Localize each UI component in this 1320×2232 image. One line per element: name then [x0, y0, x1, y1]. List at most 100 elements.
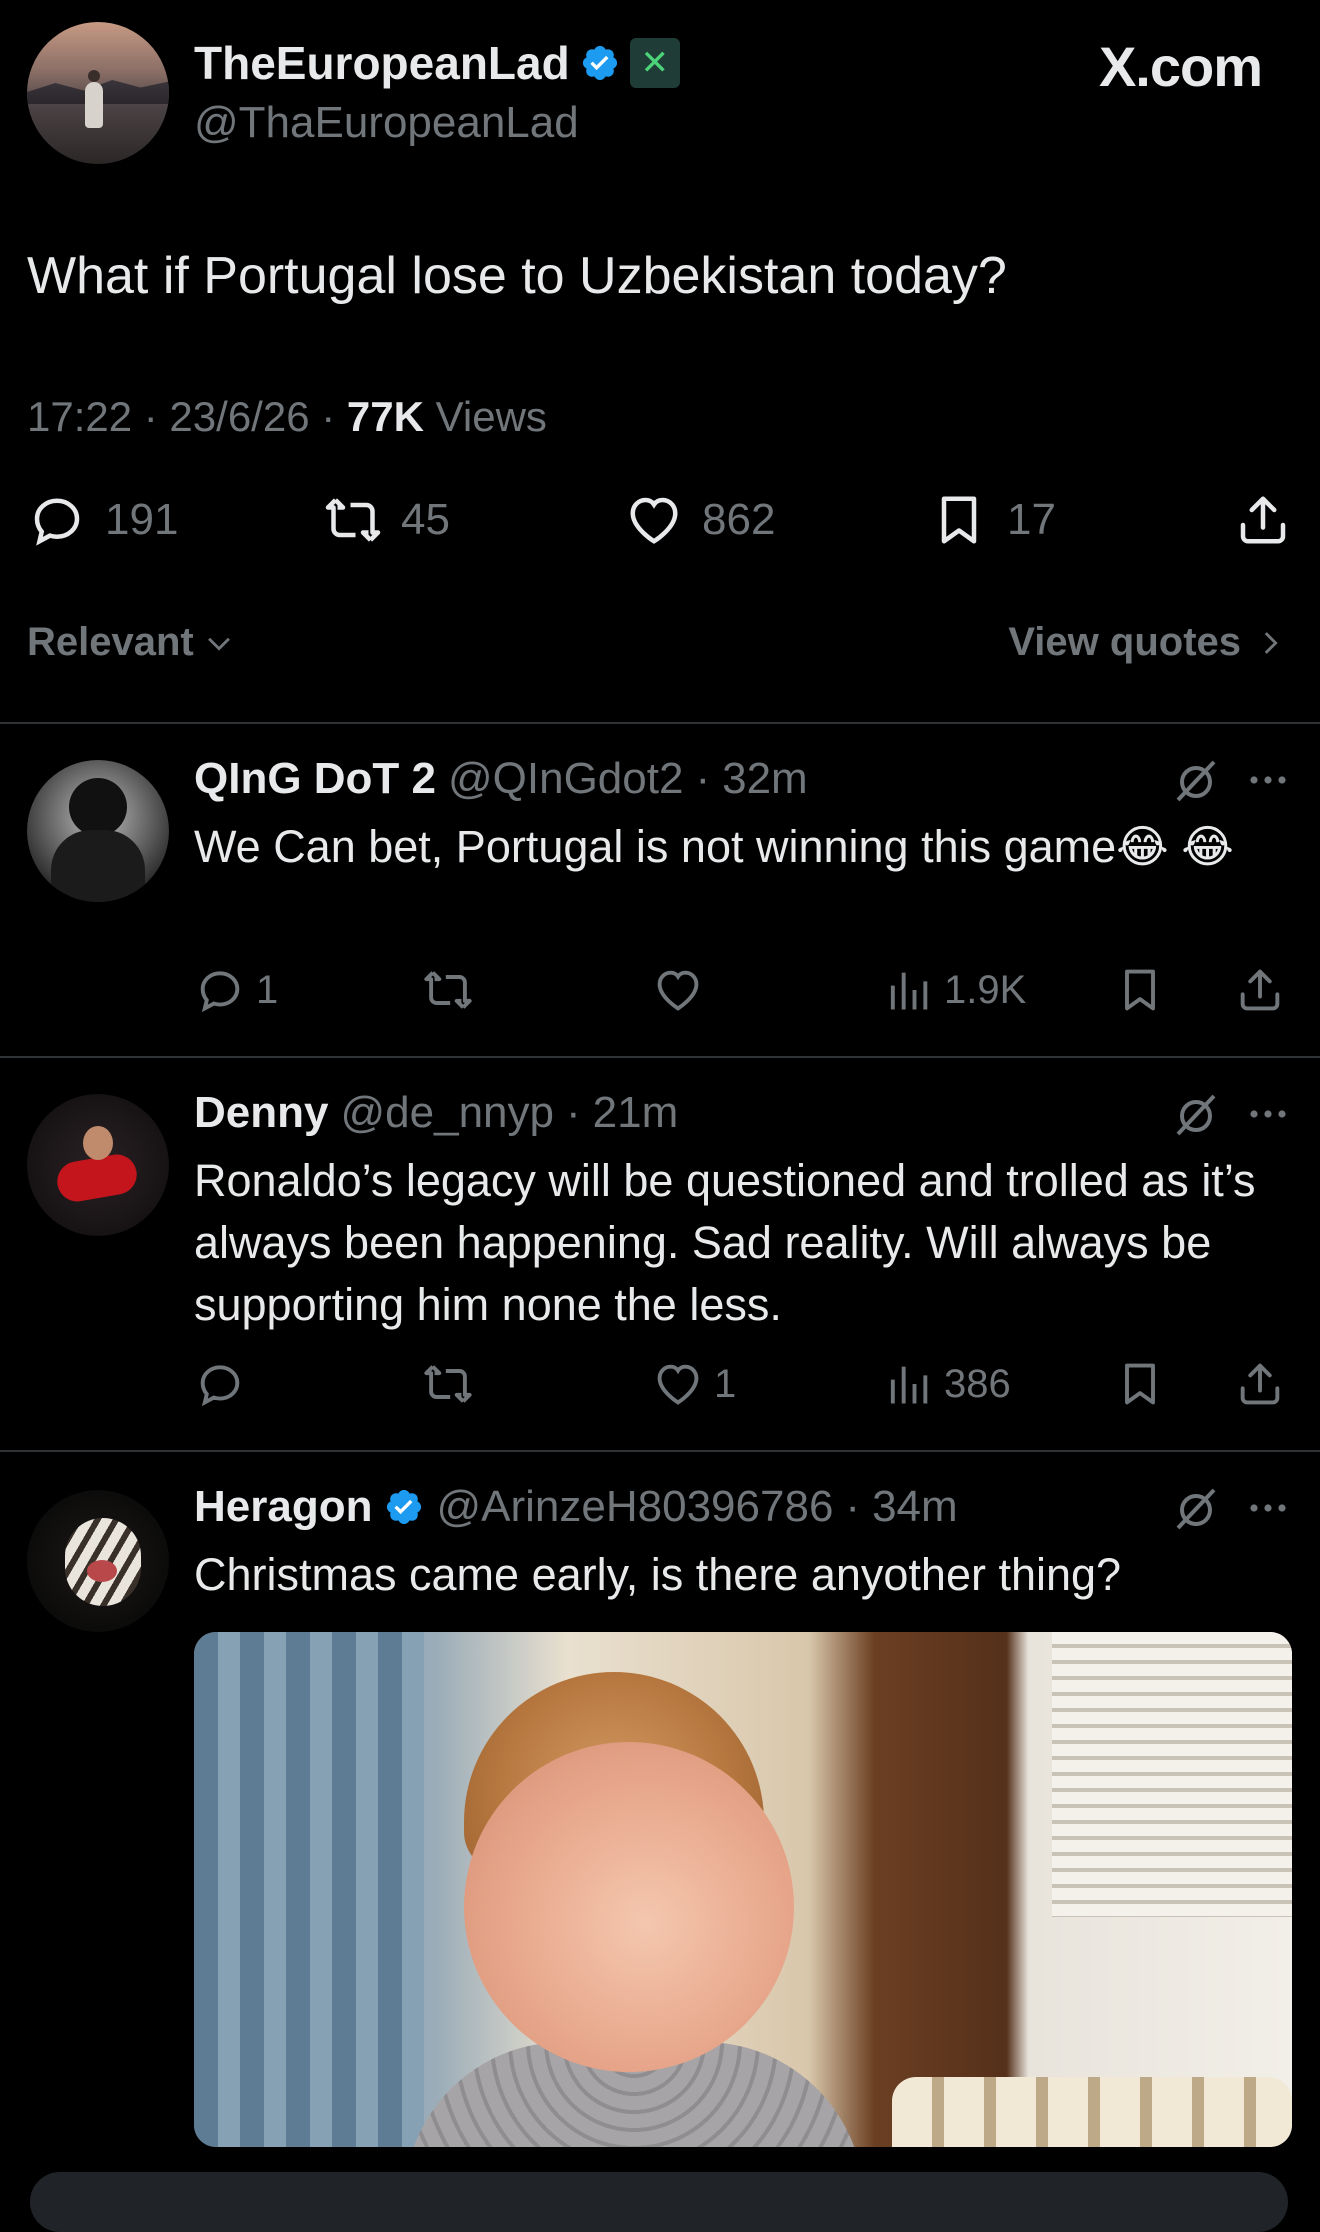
- window-blinds: [1052, 1632, 1292, 1917]
- more-options-icon[interactable]: [1244, 756, 1292, 804]
- views-count: 77K: [346, 393, 424, 440]
- separator: ·: [565, 1088, 581, 1137]
- reply-time[interactable]: 34m: [872, 1482, 958, 1532]
- reply-actions: 1 386: [194, 1358, 1294, 1414]
- grok-icon[interactable]: [1172, 1090, 1220, 1138]
- reply-text: Christmas came early, is there anyother …: [194, 1549, 1122, 1600]
- reply-composer-bar[interactable]: [30, 2172, 1288, 2232]
- sort-label: Relevant: [27, 620, 194, 664]
- repost-icon: [424, 971, 472, 1009]
- bookmark-icon: [1125, 969, 1155, 1011]
- reply-time[interactable]: 21m: [593, 1088, 679, 1138]
- share-button[interactable]: [1234, 1358, 1286, 1410]
- share-icon: [1240, 1363, 1280, 1405]
- like-button[interactable]: 1: [652, 1358, 736, 1410]
- divider: [0, 1056, 1320, 1058]
- avatar[interactable]: [27, 760, 169, 902]
- reply-author-handle[interactable]: @de_nnyp: [340, 1088, 554, 1138]
- radiator: [892, 2077, 1292, 2147]
- separator: ·: [845, 1482, 861, 1531]
- more-options-icon[interactable]: [1244, 1484, 1292, 1532]
- repost-button[interactable]: 45: [323, 490, 450, 550]
- reply-header: Denny @de_nnyp · 21m: [194, 1088, 678, 1138]
- bookmark-icon: [941, 496, 977, 544]
- bookmark-button[interactable]: 17: [929, 490, 1056, 550]
- reply-media-image[interactable]: [194, 1632, 1292, 2147]
- share-button[interactable]: [1233, 490, 1293, 550]
- like-button[interactable]: [652, 964, 714, 1016]
- heart-icon: [657, 1364, 699, 1405]
- avatar[interactable]: [27, 1490, 169, 1632]
- tweet-text: What if Portugal lose to Uzbekistan toda…: [27, 247, 1007, 305]
- reply-author-name[interactable]: QInG DoT 2: [194, 754, 436, 804]
- divider: [0, 722, 1320, 724]
- heart-icon: [657, 970, 699, 1011]
- heart-icon: [630, 497, 678, 544]
- affiliate-badge-icon: ✕: [629, 38, 680, 88]
- like-button[interactable]: 862: [624, 490, 775, 550]
- reply-icon: [34, 498, 80, 546]
- verified-badge-icon: [387, 1489, 422, 1525]
- bookmark-icon: [1125, 1363, 1155, 1405]
- bookmark-button[interactable]: [1114, 964, 1166, 1016]
- more-options-icon[interactable]: [1244, 1090, 1292, 1138]
- reply-text: We Can bet, Portugal is not winning this…: [194, 821, 1234, 872]
- reply-count: 1: [256, 967, 279, 1012]
- divider: [0, 1450, 1320, 1452]
- reply-time[interactable]: 32m: [722, 754, 808, 804]
- xcom-watermark: X.com: [1098, 35, 1263, 98]
- reply-count: 191: [105, 495, 179, 544]
- like-count: 1: [714, 1361, 737, 1406]
- repost-count: 45: [401, 495, 450, 544]
- reply-author-handle[interactable]: @QInGdot2: [448, 754, 683, 804]
- share-icon: [1240, 969, 1280, 1011]
- views-button[interactable]: 1.9K: [882, 964, 1026, 1016]
- reply-header: Heragon @ArinzeH80396786 · 34m: [194, 1482, 958, 1532]
- reply-author-name[interactable]: Denny: [194, 1088, 328, 1138]
- reply-header: QInG DoT 2 @QInGdot2 · 32m: [194, 754, 808, 804]
- repost-icon: [325, 498, 381, 542]
- reply-button[interactable]: 191: [27, 490, 178, 550]
- sort-dropdown[interactable]: Relevant: [27, 620, 236, 665]
- bookmark-count: 17: [1007, 495, 1056, 544]
- chevron-right-icon: [1264, 631, 1278, 654]
- reply-button[interactable]: [194, 1358, 256, 1410]
- analytics-icon: [890, 972, 928, 1010]
- avatar-person: [85, 70, 103, 128]
- child-face: [464, 1742, 794, 2072]
- separator: ·: [695, 754, 711, 803]
- author-display-name[interactable]: TheEuropeanLad: [194, 36, 570, 90]
- reply-icon: [200, 971, 240, 1013]
- repost-button[interactable]: [422, 964, 484, 1016]
- chevron-down-icon: [207, 637, 230, 651]
- curtain: [194, 1632, 424, 2147]
- tweet-actions: 191 45 862 17: [27, 490, 1293, 554]
- view-count: 1.9K: [944, 967, 1027, 1012]
- view-quotes-link[interactable]: View quotes: [1008, 620, 1287, 665]
- avatar[interactable]: [27, 1094, 169, 1236]
- bookmark-button[interactable]: [1114, 1358, 1166, 1410]
- repost-button[interactable]: [422, 1358, 484, 1410]
- like-count: 862: [702, 495, 776, 544]
- reply-icon: [200, 1365, 240, 1407]
- author-avatar[interactable]: [27, 22, 169, 164]
- repost-icon: [424, 1365, 472, 1403]
- share-button[interactable]: [1234, 964, 1286, 1016]
- grok-icon[interactable]: [1172, 756, 1220, 804]
- reply-button[interactable]: 1: [194, 964, 278, 1016]
- view-count: 386: [944, 1361, 1011, 1406]
- analytics-icon: [890, 1366, 928, 1404]
- verified-badge-icon: [582, 45, 617, 81]
- author-name-row[interactable]: TheEuropeanLad ✕: [194, 36, 680, 90]
- reply-author-name[interactable]: Heragon: [194, 1482, 372, 1532]
- reply-actions: 1 1.9K: [194, 964, 1294, 1020]
- grok-icon[interactable]: [1172, 1484, 1220, 1532]
- views-button[interactable]: 386: [882, 1358, 1011, 1410]
- reply-author-handle[interactable]: @ArinzeH80396786: [436, 1482, 833, 1532]
- share-icon: [1240, 496, 1286, 544]
- view-quotes-label: View quotes: [1008, 620, 1241, 664]
- tweet-meta: 17:22 · 23/6/26 · 77K Views: [27, 393, 547, 441]
- author-handle[interactable]: @ThaEuropeanLad: [194, 98, 579, 148]
- views-label: Views: [423, 393, 547, 440]
- tweet-timestamp[interactable]: 17:22 · 23/6/26 ·: [27, 393, 347, 440]
